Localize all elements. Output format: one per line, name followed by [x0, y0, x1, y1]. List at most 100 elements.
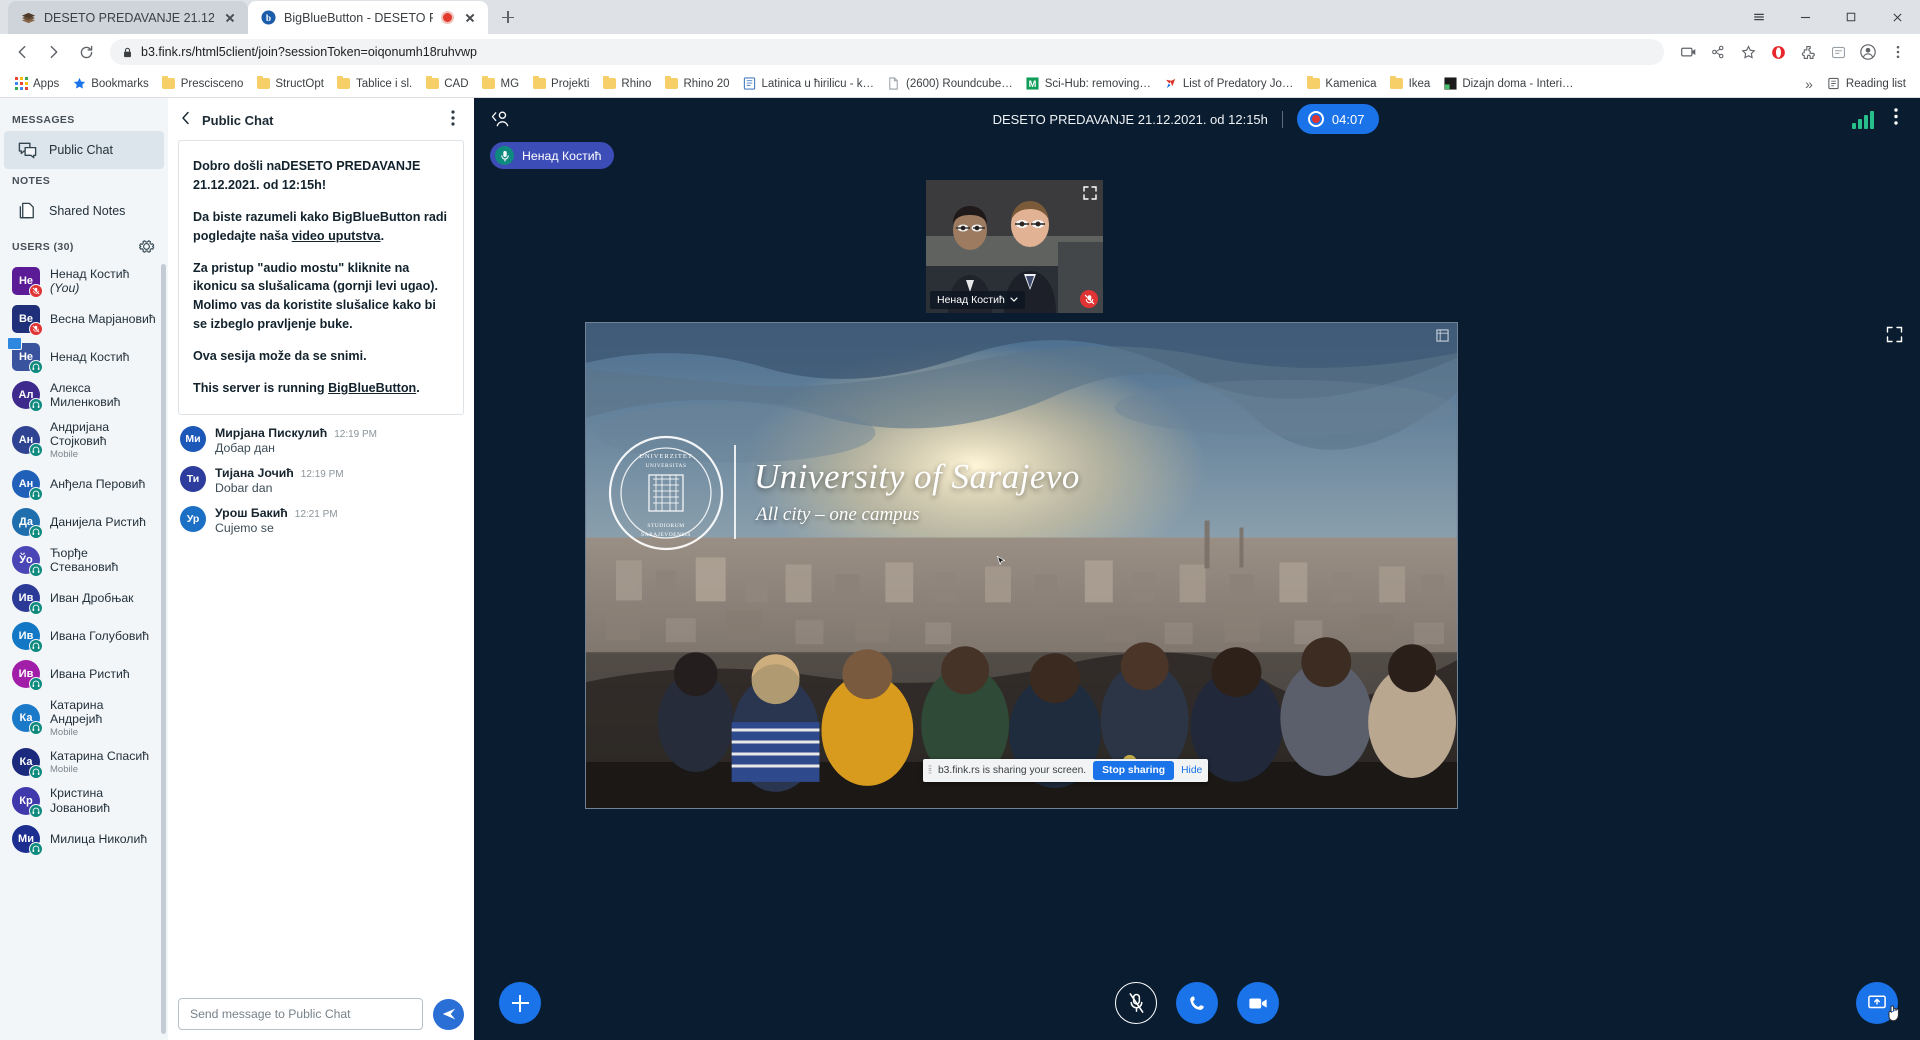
user-list-item[interactable]: Кр Кристина Јовановић: [0, 781, 168, 819]
avatar: He: [12, 267, 43, 299]
bookmark-star-icon[interactable]: [1734, 38, 1762, 66]
user-list-item[interactable]: He Ненад Костић: [0, 337, 168, 376]
puzzle-extensions-icon[interactable]: [1794, 38, 1822, 66]
user-list-item[interactable]: Ив Ивана Ристић: [0, 655, 168, 693]
muted-mic-icon: [29, 284, 43, 299]
video-tutorials-link[interactable]: video uputstva: [292, 229, 381, 243]
kebab-menu-icon[interactable]: [444, 110, 462, 130]
user-toggle-icon[interactable]: [490, 109, 520, 130]
new-tab-button[interactable]: [494, 3, 522, 31]
bookmark-bookmarks[interactable]: Bookmarks: [66, 74, 155, 94]
bookmarks-overflow-button[interactable]: »: [1798, 73, 1820, 95]
user-list-item[interactable]: Да Данијела Ристић: [0, 503, 168, 541]
connection-bars-icon[interactable]: [1852, 109, 1874, 129]
sidebar-item-public-chat[interactable]: Public Chat: [4, 131, 164, 169]
fullscreen-icon[interactable]: [1886, 326, 1903, 343]
bookmark-prescisceno[interactable]: Prescisceno: [156, 74, 250, 94]
bookmark-cad[interactable]: CAD: [419, 74, 474, 94]
bookmark-predatory-journals[interactable]: List of Predatory Jo…: [1158, 74, 1300, 94]
user-list-item[interactable]: Ан Анђела Перовић: [0, 465, 168, 503]
chat-message-input[interactable]: [178, 998, 423, 1030]
profile-avatar[interactable]: [1854, 38, 1882, 66]
user-list-item[interactable]: Ка Катарина Спасић Mobile: [0, 743, 168, 781]
bookmark-ikea[interactable]: Ikea: [1384, 74, 1437, 94]
star-icon: [72, 77, 86, 91]
user-list-item[interactable]: Ан Андријана Стојковић Mobile: [0, 415, 168, 465]
browser-tab-1[interactable]: DESETO PREDAVANJE 21.12.2021: [8, 1, 248, 34]
webcam-tile[interactable]: Ненад Костић: [926, 180, 1103, 313]
user-list-item[interactable]: Ўо Ћорђе Стевановић: [0, 541, 168, 579]
bookmark-rhino-20[interactable]: Rhino 20: [658, 74, 735, 94]
send-message-button[interactable]: [433, 998, 464, 1030]
forward-button[interactable]: [40, 38, 68, 66]
screenshare-content: [586, 323, 1457, 808]
stop-sharing-button[interactable]: Stop sharing: [1093, 761, 1175, 780]
bookmark-rhino[interactable]: Rhino: [596, 74, 657, 94]
bookmark-structopt[interactable]: StructOpt: [250, 74, 330, 94]
bookmark-dizajn-doma[interactable]: Dizajn doma - Interi…: [1437, 74, 1579, 94]
close-icon[interactable]: [222, 10, 238, 26]
back-button[interactable]: [8, 38, 36, 66]
bookmark-label: Projekti: [551, 77, 590, 90]
bookmark-label: Bookmarks: [91, 77, 149, 90]
user-list-item[interactable]: He Ненад Костић (You): [0, 262, 168, 300]
chat-messages-area[interactable]: Dobro došli naDESETO PREDAVANJE 21.12.20…: [178, 140, 464, 990]
you-suffix: (You): [50, 281, 80, 296]
bookmark-apps[interactable]: Apps: [8, 74, 65, 94]
chrome-menu-button[interactable]: [1884, 38, 1912, 66]
user-list-item[interactable]: Ал Алекса Миленковић: [0, 376, 168, 414]
kebab-menu-icon[interactable]: [1888, 108, 1904, 130]
opera-extension-icon[interactable]: [1764, 38, 1792, 66]
bookmark-roundcube[interactable]: (2600) Roundcube…: [881, 74, 1019, 94]
minimize-button[interactable]: [1782, 0, 1828, 34]
bigbluebutton-link[interactable]: BigBlueButton: [328, 381, 416, 395]
maximize-button[interactable]: [1828, 0, 1874, 34]
webcam-toggle-button[interactable]: [1237, 982, 1279, 1024]
share-icon[interactable]: [1704, 38, 1732, 66]
hide-sharing-bar-button[interactable]: Hide: [1181, 765, 1202, 776]
user-mobile-label: Mobile: [50, 727, 78, 739]
user-list-item[interactable]: Ив Иван Дробњак: [0, 579, 168, 617]
presentation-area[interactable]: UNIVERZITET UNIVERSITAS STUDIORUM SARAJE…: [585, 322, 1458, 809]
user-list[interactable]: He Ненад Костић (You) Be Весна Марјановић He…: [0, 260, 168, 1040]
user-list-item[interactable]: Ми Милица Николић: [0, 820, 168, 858]
drag-grip-icon[interactable]: ⦙⦙: [928, 764, 932, 777]
close-icon[interactable]: [462, 10, 478, 26]
user-list-item[interactable]: Ив Ивана Голубовић: [0, 617, 168, 655]
extension-icon[interactable]: [1824, 38, 1852, 66]
expand-icon[interactable]: [1083, 186, 1097, 200]
welcome-server-text: This server is running: [193, 381, 329, 396]
bookmark-tablice[interactable]: Tablice i sl.: [331, 74, 418, 94]
audio-headphone-icon: [29, 639, 43, 654]
leave-audio-button[interactable]: [1176, 982, 1218, 1024]
welcome-period: .: [380, 228, 385, 243]
talking-indicator[interactable]: Ненад Костић: [490, 142, 615, 169]
action-bar: [474, 968, 1920, 1040]
bookmark-label: (2600) Roundcube…: [905, 77, 1013, 90]
close-window-button[interactable]: [1874, 0, 1920, 34]
webcam-name-label[interactable]: Ненад Костић: [930, 291, 1025, 309]
avatar: Ка: [12, 748, 43, 780]
chrome-menu-icon[interactable]: [1736, 0, 1782, 34]
mute-toggle-button[interactable]: [1115, 982, 1157, 1024]
bookmark-mg[interactable]: MG: [476, 74, 526, 94]
restore-icon[interactable]: [1436, 329, 1449, 342]
recording-indicator[interactable]: 04:07: [1296, 104, 1380, 134]
audio-headphone-icon: [29, 442, 43, 457]
chevron-left-icon[interactable]: [180, 111, 194, 129]
browser-tab-2[interactable]: b BigBlueButton - DESETO PRE: [248, 1, 488, 34]
reload-button[interactable]: [72, 38, 100, 66]
gear-icon[interactable]: [138, 238, 156, 256]
sidebar-item-shared-notes[interactable]: Shared Notes: [4, 192, 164, 230]
address-bar[interactable]: b3.fink.rs/html5client/join?sessionToken…: [110, 39, 1664, 65]
bookmark-projekti[interactable]: Projekti: [526, 74, 595, 94]
screen-share-toolbar-icon[interactable]: [1674, 38, 1702, 66]
user-list-item[interactable]: Ка Катарина Андрејић Mobile: [0, 693, 168, 743]
bookmark-latinica[interactable]: Latinica u ћirilicu - k…: [737, 74, 880, 94]
reading-list-button[interactable]: Reading list: [1821, 74, 1912, 94]
user-list-item[interactable]: Be Весна Марјановић: [0, 300, 168, 338]
bookmark-scihub[interactable]: M Sci-Hub: removing…: [1020, 74, 1157, 94]
bookmark-kamenica[interactable]: Kamenica: [1300, 74, 1382, 94]
webcam-active-icon: [7, 337, 22, 351]
user-name: Катарина Спасић: [50, 749, 150, 764]
